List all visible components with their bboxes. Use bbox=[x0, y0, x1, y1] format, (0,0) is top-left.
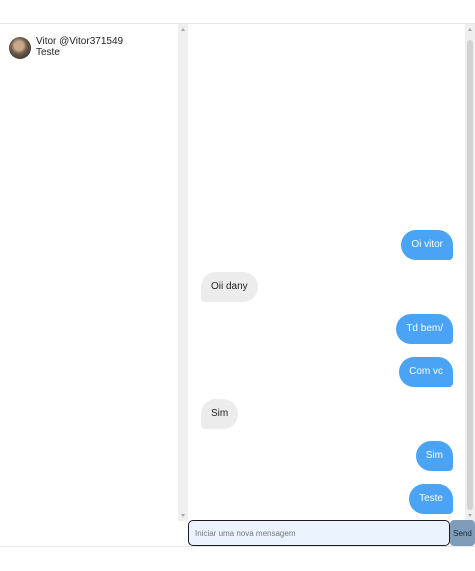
message-bubble-sent: Teste bbox=[409, 484, 453, 514]
conversation-item-vitor[interactable]: Vitor @Vitor371549 Teste bbox=[8, 36, 173, 62]
send-button[interactable]: Send bbox=[450, 520, 475, 546]
contact-name: Vitor @Vitor371549 bbox=[36, 36, 124, 47]
message-bubble-sent: Td bem/ bbox=[396, 314, 453, 344]
message-bubble-sent: Oi vitor bbox=[401, 230, 453, 260]
top-bar bbox=[0, 0, 475, 24]
message-composer: Send bbox=[188, 520, 475, 546]
scroll-up-arrow-icon[interactable] bbox=[468, 28, 472, 31]
message-bubble-received: Oii dany bbox=[201, 272, 258, 302]
contact-last-message: Teste bbox=[36, 47, 60, 58]
scrollbar-thumb[interactable] bbox=[467, 40, 473, 510]
message-bubble-sent: Sim bbox=[415, 441, 453, 471]
avatar bbox=[9, 37, 31, 59]
message-input[interactable] bbox=[188, 520, 450, 546]
bottom-bar bbox=[0, 546, 475, 571]
chat-scrollbar[interactable] bbox=[465, 24, 475, 521]
scroll-down-arrow-icon[interactable] bbox=[181, 514, 185, 517]
chat-messages-area: Oi vitor Oii dany Td bem/ Com vc Sim Sim… bbox=[188, 24, 465, 521]
message-bubble-sent: Com vc bbox=[399, 357, 453, 387]
sidebar-scrollbar[interactable] bbox=[178, 24, 188, 521]
scroll-up-arrow-icon[interactable] bbox=[181, 28, 185, 31]
message-bubble-received: Sim bbox=[201, 399, 239, 429]
conversation-list: Vitor @Vitor371549 Teste bbox=[0, 24, 178, 521]
scroll-down-arrow-icon[interactable] bbox=[468, 514, 472, 517]
